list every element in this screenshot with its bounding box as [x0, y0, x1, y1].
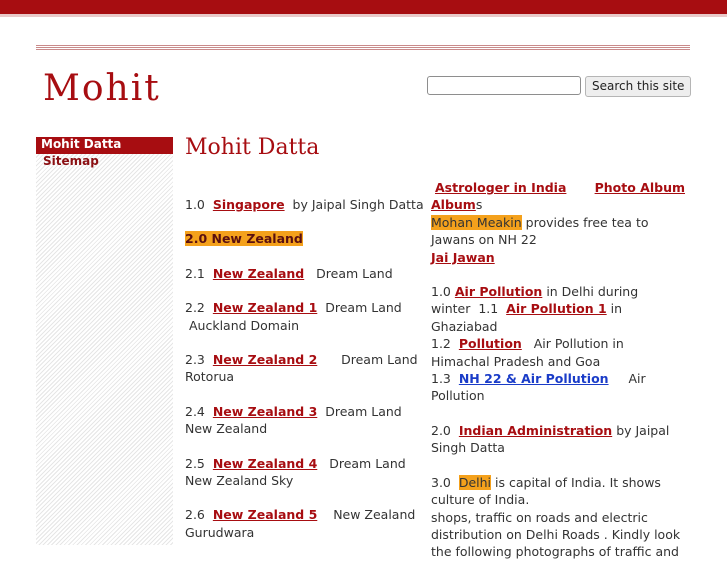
- pollution-link[interactable]: Pollution: [459, 336, 522, 351]
- new-zealand-2-link[interactable]: New Zealand 2: [213, 352, 317, 367]
- jai-jawan-row: Jai Jawan: [431, 249, 685, 266]
- mohan-meakin-row: Mohan Meakin provides free tea to Jawans…: [431, 214, 649, 248]
- entry-delhi: 3.0 Delhi is capital of India. It shows …: [431, 474, 681, 560]
- search-input[interactable]: [427, 76, 581, 95]
- new-zealand-5-link[interactable]: New Zealand 5: [213, 507, 317, 522]
- left-column: 1.0 Singapore by Jaipal Singh Datta 2.0 …: [185, 196, 427, 541]
- air-pollution-1-link[interactable]: Air Pollution 1: [506, 301, 607, 316]
- photo-album-row: Albums: [431, 197, 483, 213]
- entry-new-zealand-2: 2.3 New Zealand 2 Dream Land Rotorua: [185, 352, 418, 385]
- astrologer-link[interactable]: Astrologer in India: [435, 180, 566, 195]
- page-title: Mohit Datta: [185, 135, 320, 160]
- entry-indian-administration: 2.0 Indian Administration by Jaipal Sing…: [431, 422, 670, 456]
- photo-album-link[interactable]: Photo Album: [595, 179, 685, 196]
- entry-singapore: 1.0 Singapore by Jaipal Singh Datta: [185, 197, 424, 212]
- new-zealand-link[interactable]: New Zealand: [213, 266, 304, 281]
- singapore-link[interactable]: Singapore: [213, 197, 285, 212]
- section-new-zealand: 2.0 New Zealand: [185, 231, 303, 247]
- sidebar-item-mohit-datta[interactable]: Mohit Datta: [36, 137, 173, 154]
- header-rule-bottom: [36, 49, 690, 50]
- header-rule-top: [36, 45, 690, 46]
- entry-new-zealand-1: 2.2 New Zealand 1 Dream Land Auckland Do…: [185, 300, 402, 333]
- astrologer-photo-row: Astrologer in India Photo Album: [431, 179, 685, 196]
- right-column: Astrologer in India Photo Album Albums Mo…: [431, 179, 685, 561]
- nh22-air-pollution-link[interactable]: NH 22 & Air Pollution: [459, 371, 609, 386]
- site-title[interactable]: Mohit: [43, 68, 161, 109]
- sidebar-item-sitemap[interactable]: Sitemap: [36, 154, 173, 171]
- mohan-meakin-highlight: Mohan Meakin: [431, 214, 522, 230]
- search-button[interactable]: Search this site: [585, 76, 692, 97]
- top-banner: [0, 0, 727, 14]
- entry-new-zealand-4: 2.5 New Zealand 4 Dream Land New Zealand …: [185, 455, 406, 489]
- entry-new-zealand-5: 2.6 New Zealand 5 New Zealand Gurudwara: [185, 507, 416, 540]
- air-pollution-link[interactable]: Air Pollution: [455, 284, 542, 299]
- jai-jawan-link[interactable]: Jai Jawan: [431, 250, 495, 265]
- photo-album-link-continued[interactable]: Album: [431, 197, 476, 212]
- entry-pollution: 1.2 Pollution Air Pollution in Himachal …: [431, 336, 624, 369]
- entry-new-zealand: 2.1 New Zealand Dream Land: [185, 265, 393, 281]
- top-banner-shadow: [0, 14, 727, 17]
- header-rule-middle: [36, 47, 690, 48]
- delhi-highlight: Delhi: [458, 474, 492, 490]
- new-zealand-4-link[interactable]: New Zealand 4: [213, 456, 317, 471]
- sidebar: Mohit Datta Sitemap: [36, 137, 173, 545]
- new-zealand-3-link[interactable]: New Zealand 3: [213, 404, 317, 419]
- entry-air-pollution: 1.0 Air Pollution in Delhi during winter…: [431, 284, 639, 334]
- entry-new-zealand-3: 2.4 New Zealand 3 Dream Land New Zealand: [185, 403, 402, 437]
- new-zealand-1-link[interactable]: New Zealand 1: [213, 300, 317, 315]
- indian-administration-link[interactable]: Indian Administration: [459, 423, 612, 438]
- entry-nh22-air-pollution: 1.3 NH 22 & Air Pollution Air Pollution: [431, 371, 646, 404]
